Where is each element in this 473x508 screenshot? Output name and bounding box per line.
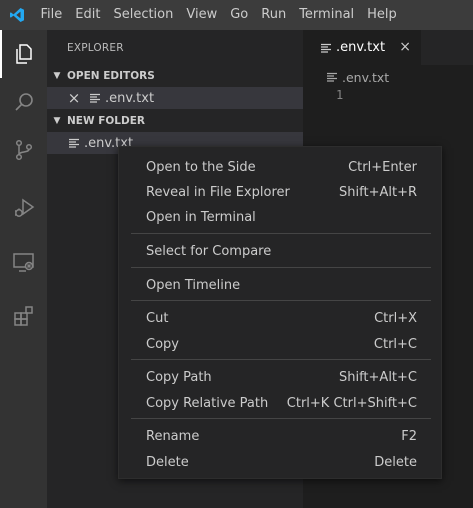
menu-item-shortcut: Ctrl+X [374,310,417,326]
menu-item-shortcut: Shift+Alt+R [339,184,417,200]
file-icon [319,42,333,54]
menu-reveal-in-file-explorer[interactable]: Reveal in File Explorer Shift+Alt+R [119,179,441,205]
menu-copy[interactable]: Copy Ctrl+C [119,331,441,357]
file-icon [325,71,339,83]
new-folder-label: NEW FOLDER [67,115,145,127]
breadcrumb-filename: .env.txt [342,69,390,85]
menu-item-shortcut: Ctrl+K Ctrl+Shift+C [286,395,417,411]
search-icon[interactable] [0,78,47,126]
vscode-logo-icon [0,0,34,30]
open-editor-item[interactable]: × .env.txt [47,87,303,109]
menu-item-label: Open in Terminal [146,209,256,225]
remote-explorer-icon[interactable] [0,238,47,286]
menu-view[interactable]: View [180,0,224,30]
menu-item-label: Open to the Side [146,159,256,175]
menu-item-label: Delete [146,454,189,470]
menu-go[interactable]: Go [224,0,255,30]
menu-item-label: Copy [146,336,179,352]
menu-cut[interactable]: Cut Ctrl+X [119,305,441,331]
menu-separator [131,359,431,360]
close-icon[interactable]: × [67,89,81,107]
chevron-down-icon: ▼ [53,71,61,81]
context-menu: Open to the Side Ctrl+Enter Reveal in Fi… [118,146,442,479]
menu-terminal[interactable]: Terminal [293,0,361,30]
menu-open-in-terminal[interactable]: Open in Terminal [119,204,441,230]
menu-item-shortcut: Ctrl+Enter [348,159,417,175]
menu-item-shortcut: F2 [401,428,417,444]
menu-rename[interactable]: Rename F2 [119,423,441,449]
menu-item-label: Select for Compare [146,243,272,259]
menu-separator [131,418,431,419]
menu-item-label: Rename [146,428,200,444]
run-debug-icon[interactable] [0,184,47,232]
menu-selection[interactable]: Selection [107,0,180,30]
menu-item-label: Cut [146,310,169,326]
menu-select-for-compare[interactable]: Select for Compare [119,238,441,264]
menu-item-label: Copy Relative Path [146,395,269,411]
file-icon [67,137,81,149]
extensions-icon[interactable] [0,292,47,340]
menu-separator [131,300,431,301]
menu-item-label: Copy Path [146,369,212,385]
menu-help[interactable]: Help [361,0,404,30]
file-icon [88,92,102,104]
menu-item-shortcut: Ctrl+C [373,336,417,352]
menu-copy-path[interactable]: Copy Path Shift+Alt+C [119,364,441,390]
menu-item-label: Reveal in File Explorer [146,184,290,200]
menu-open-to-the-side[interactable]: Open to the Side Ctrl+Enter [119,154,441,180]
menu-file[interactable]: File [34,0,69,30]
menu-edit[interactable]: Edit [69,0,107,30]
menu-separator [131,233,431,234]
source-control-icon[interactable] [0,126,47,174]
menu-copy-relative-path[interactable]: Copy Relative Path Ctrl+K Ctrl+Shift+C [119,390,441,416]
breadcrumb[interactable]: .env.txt [325,68,389,86]
open-editors-label: OPEN EDITORS [67,70,155,82]
sidebar-title: EXPLORER [67,42,124,54]
activity-bar [0,30,47,508]
menu-open-timeline[interactable]: Open Timeline [119,272,441,298]
menu-separator [131,267,431,268]
open-editors-header[interactable]: ▼ OPEN EDITORS [47,65,303,87]
menu-run[interactable]: Run [255,0,293,30]
line-number: 1 [336,88,344,102]
menu-delete[interactable]: Delete Delete [119,449,441,475]
menu-item-shortcut: Shift+Alt+C [338,369,417,385]
editor-tab-bar: .env.txt × [303,30,473,65]
menu-item-label: Open Timeline [146,277,241,293]
chevron-down-icon: ▼ [53,116,61,126]
close-icon[interactable]: × [399,39,411,55]
new-folder-header[interactable]: ▼ NEW FOLDER [47,110,303,132]
tab-env-txt[interactable]: .env.txt × [303,30,421,65]
tab-label: .env.txt [336,40,386,55]
title-bar: File Edit Selection View Go Run Terminal… [0,0,473,30]
open-editor-filename: .env.txt [105,90,155,106]
explorer-icon[interactable] [0,30,47,78]
menu-item-shortcut: Delete [374,454,417,470]
